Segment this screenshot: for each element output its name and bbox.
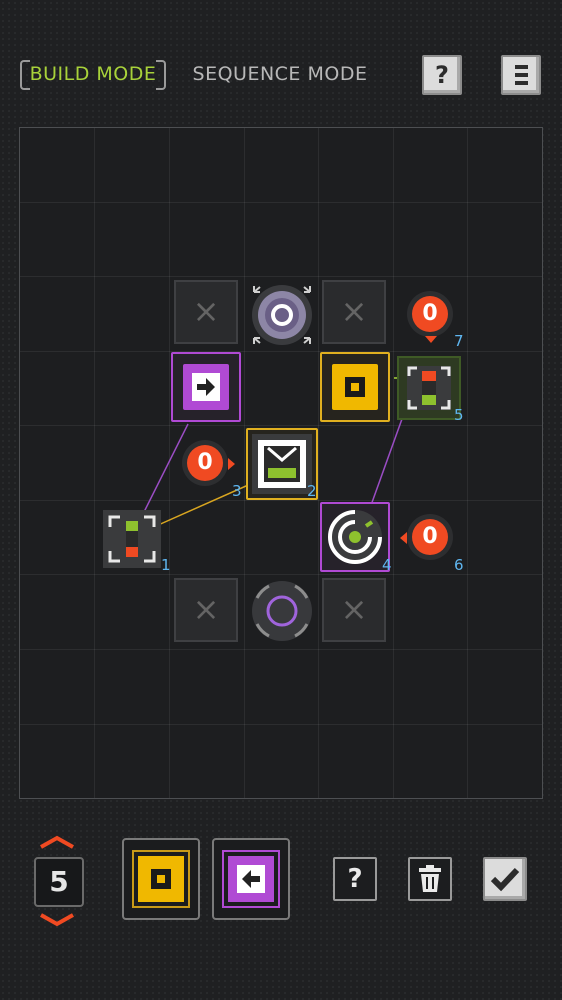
sensor-block-5[interactable]: [397, 356, 461, 420]
counter-badge-6[interactable]: 0: [407, 514, 453, 560]
help-button-top[interactable]: ?: [422, 55, 462, 95]
piece-number-1: 1: [161, 556, 171, 574]
badge-pointer: [400, 532, 407, 544]
badge-pointer: [228, 458, 235, 470]
empty-slot[interactable]: ×: [174, 578, 238, 642]
rotator-icon: [328, 510, 382, 564]
sensor-icon: [407, 366, 451, 410]
collector-icon: [258, 440, 306, 488]
arrow-right-piece[interactable]: [171, 352, 241, 422]
inventory-slot-yellow[interactable]: [122, 838, 200, 920]
sensor-block-1[interactable]: [103, 510, 161, 568]
build-mode-label: BUILD MODE: [29, 63, 157, 85]
counter-badge-3[interactable]: 0: [182, 440, 228, 486]
arrow-right-icon: [192, 373, 220, 401]
piece-number-4: 4: [382, 556, 392, 574]
game-board[interactable]: × × × × 0 0 0 1 2 3 4 5 6 7: [19, 127, 543, 799]
trash-icon: [419, 865, 441, 892]
chevron-up-icon: [40, 835, 74, 849]
counter-up-button[interactable]: [38, 832, 76, 850]
piece-number-3: 3: [232, 482, 242, 500]
arrow-left-icon: [237, 865, 265, 893]
trash-button[interactable]: [408, 857, 452, 901]
piece-number-5: 5: [454, 406, 464, 424]
piece-number-6: 6: [454, 556, 464, 574]
badge-pointer: [425, 336, 437, 343]
confirm-button[interactable]: [483, 857, 527, 901]
menu-icon: [515, 65, 528, 85]
empty-slot[interactable]: ×: [322, 578, 386, 642]
yellow-square-piece[interactable]: [320, 352, 390, 422]
receiver-ring-icon[interactable]: [249, 578, 315, 644]
empty-slot[interactable]: ×: [322, 280, 386, 344]
build-mode-tab[interactable]: BUILD MODE: [20, 58, 166, 90]
emitter-ring-icon[interactable]: [249, 282, 315, 348]
help-label: ?: [347, 864, 363, 894]
menu-button[interactable]: [501, 55, 541, 95]
piece-number-2: 2: [307, 482, 317, 500]
chevron-down-icon: [40, 913, 74, 927]
empty-slot[interactable]: ×: [174, 280, 238, 344]
sequence-mode-tab[interactable]: SEQUENCE MODE: [192, 58, 368, 90]
sequence-mode-label: SEQUENCE MODE: [192, 63, 368, 85]
help-button-bottom[interactable]: ?: [333, 857, 377, 901]
piece-number-7: 7: [454, 332, 464, 350]
count-display: 5: [34, 857, 84, 907]
counter-badge-7[interactable]: 0: [407, 291, 453, 337]
sensor-icon: [108, 515, 156, 563]
rotator-piece-4[interactable]: [320, 502, 390, 572]
counter-down-button[interactable]: [38, 910, 76, 928]
check-icon: [490, 867, 520, 892]
inventory-slot-purple[interactable]: [212, 838, 290, 920]
help-label: ?: [435, 61, 449, 89]
